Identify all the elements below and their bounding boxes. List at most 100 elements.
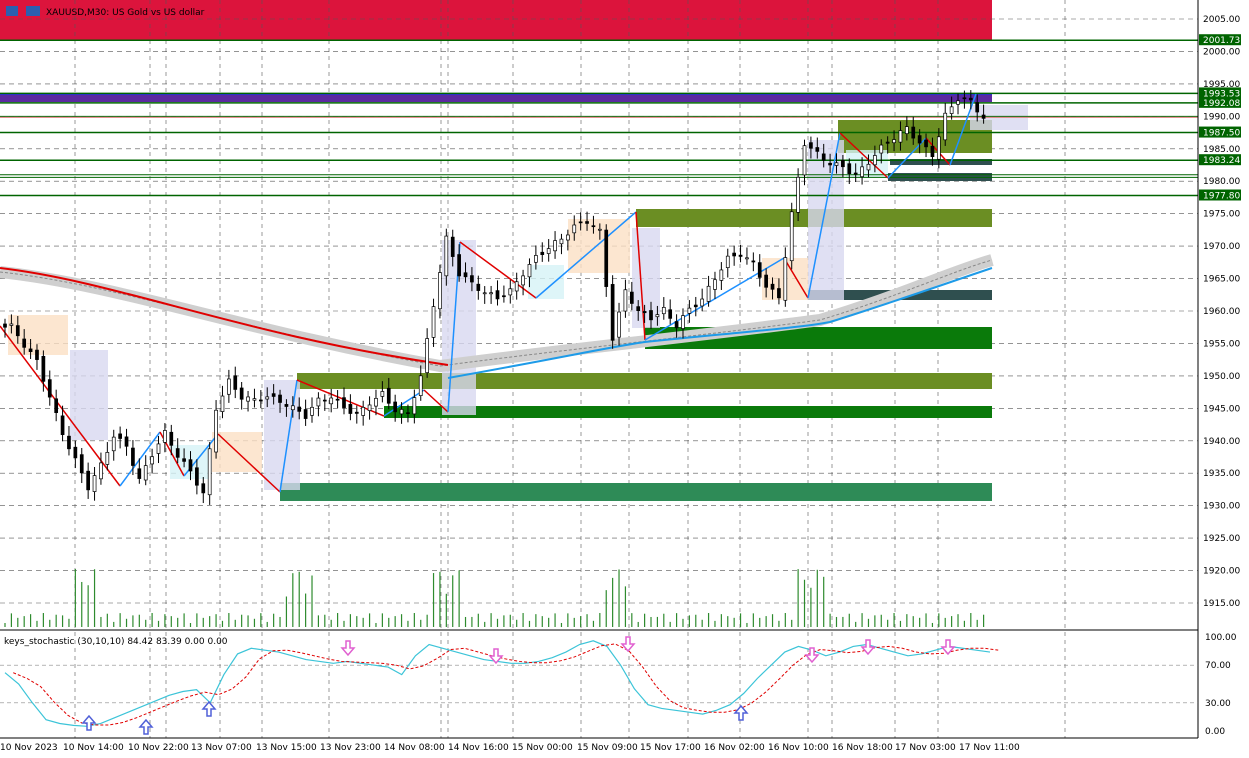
trading-chart[interactable]: XAUUSD,M30: US Gold vs US dollar 2005.00… — [0, 0, 1249, 758]
candle-body — [489, 292, 493, 295]
candle-body — [681, 315, 685, 329]
candle-body — [476, 283, 481, 291]
candle-body — [892, 139, 896, 144]
candle-body — [930, 145, 935, 158]
candle-body — [847, 163, 852, 174]
menu-icon[interactable] — [6, 6, 18, 16]
stoch-level-label: 0.00 — [1205, 727, 1225, 737]
candle-body — [111, 436, 116, 452]
candle-body — [463, 272, 468, 278]
box-peach-3 — [568, 219, 630, 273]
candle-body — [821, 153, 826, 161]
candle-body — [367, 404, 372, 411]
price-tick-label: 1975.00 — [1203, 210, 1240, 220]
candle-body — [553, 240, 557, 252]
candle-body — [316, 397, 321, 407]
candle-body — [143, 465, 148, 481]
candle-body — [15, 325, 20, 337]
time-tick-label: 13 Nov 15:00 — [256, 743, 317, 753]
candle-body — [124, 436, 129, 447]
candle-body — [655, 314, 660, 318]
candle-body — [457, 254, 461, 277]
candle-body — [885, 141, 890, 144]
price-tick-label: 1980.00 — [1203, 177, 1240, 187]
stoch-signal-line — [13, 643, 999, 726]
candle-body — [86, 470, 90, 491]
candle-body — [380, 391, 385, 397]
candle-body — [92, 475, 97, 492]
arrow-up-icon — [201, 700, 217, 717]
time-tick-label: 15 Nov 17:00 — [640, 743, 701, 753]
zone-teal-1 — [280, 483, 992, 501]
level-tag-label: 1992.08 — [1203, 99, 1240, 109]
candle-body — [956, 100, 960, 105]
candle-body — [239, 387, 244, 400]
candle-body — [834, 162, 839, 166]
candle-body — [54, 398, 59, 413]
candle-body — [924, 139, 928, 148]
candle-body — [802, 145, 807, 176]
candle-body — [962, 97, 967, 100]
price-tick-label: 2005.00 — [1203, 15, 1240, 25]
stochastic-window — [0, 636, 1198, 735]
indicator-label: keys_stochastic (30,10,10) 84.42 83.39 0… — [4, 637, 228, 647]
candle-body — [335, 398, 340, 401]
candle-body — [156, 443, 161, 454]
candle-body — [975, 102, 980, 113]
candle-body — [150, 456, 154, 465]
candle-body — [265, 396, 270, 400]
candle-body — [566, 234, 570, 241]
time-tick-label: 17 Nov 03:00 — [895, 743, 956, 753]
candle-body — [911, 126, 916, 139]
candle-body — [163, 430, 167, 443]
candle-body — [757, 262, 762, 278]
candle-body — [444, 235, 449, 277]
candle-body — [450, 236, 455, 257]
candle-body — [438, 272, 442, 310]
stoch-level-label: 70.00 — [1205, 661, 1231, 671]
candle-body — [866, 163, 871, 171]
stochastic-axis: 100.00 70.00 30.00 0.00 — [1205, 633, 1237, 737]
candle-body — [28, 348, 33, 352]
level-tag-label: 1983.24 — [1203, 156, 1240, 166]
candle-body — [105, 452, 110, 465]
candle-body — [949, 106, 954, 114]
candle-body — [936, 136, 941, 160]
candle-body — [700, 298, 705, 307]
candle-body — [636, 306, 641, 312]
price-tick-label: 2000.00 — [1203, 47, 1240, 57]
time-tick-label: 16 Nov 10:00 — [768, 743, 829, 753]
box-lav-5 — [808, 140, 844, 300]
candle-body — [246, 396, 250, 402]
candle-body — [687, 307, 692, 314]
chart-title: XAUUSD,M30: US Gold vs US dollar — [46, 8, 205, 18]
candle-body — [470, 275, 474, 283]
candle-body — [777, 288, 781, 299]
candle-body — [783, 257, 788, 301]
candle-body — [399, 409, 404, 415]
candle-body — [617, 311, 621, 338]
candle-body — [329, 397, 334, 405]
candle-body — [35, 349, 39, 360]
candle-body — [195, 467, 199, 486]
volume-bars — [4, 569, 985, 627]
candle-body — [290, 405, 295, 411]
candle-body — [546, 248, 551, 254]
candle-body — [629, 291, 634, 304]
candle-body — [828, 162, 832, 166]
time-tick-label: 14 Nov 16:00 — [448, 743, 509, 753]
candle-body — [738, 254, 743, 257]
candle-body — [719, 269, 724, 281]
candle-body — [623, 289, 628, 312]
candle-body — [131, 447, 135, 466]
candle-body — [322, 399, 327, 402]
symbol-icon[interactable] — [26, 6, 40, 16]
candle-body — [981, 114, 986, 119]
price-tick-label: 1955.00 — [1203, 339, 1240, 349]
time-tick-label: 16 Nov 02:00 — [704, 743, 765, 753]
time-tick-label: 10 Nov 22:00 — [128, 743, 189, 753]
candle-body — [713, 279, 717, 290]
price-tick-label: 1965.00 — [1203, 275, 1240, 285]
candle-body — [342, 397, 346, 408]
candle-body — [905, 126, 909, 135]
